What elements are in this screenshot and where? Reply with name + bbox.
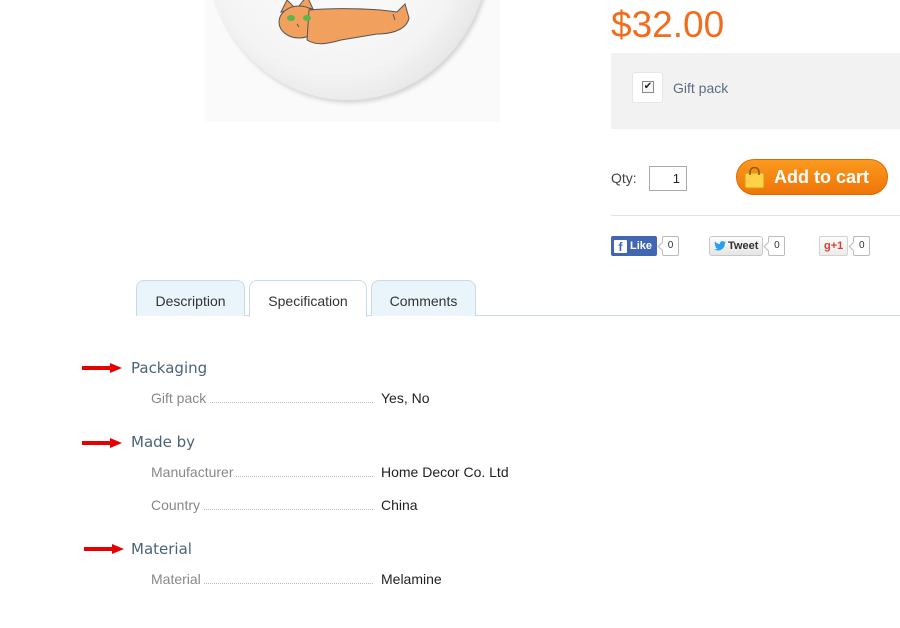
arrow-right-icon [84,544,124,554]
spec-name: Material [151,571,204,587]
arrow-right-icon [82,438,122,448]
facebook-like: f Like 0 [611,236,680,256]
facebook-like-button[interactable]: f Like [611,236,658,256]
product-price: $32.00 [611,4,725,45]
spec-row: Gift pack Yes, No [151,390,531,408]
spec-value: China [381,497,418,513]
twitter-icon [714,241,726,251]
tweet-label: Tweet [728,240,759,252]
tweet-button[interactable]: Tweet [709,236,764,256]
spec-row: Manufacturer Home Decor Co. Ltd [151,464,531,482]
spec-value: Home Decor Co. Ltd [381,464,509,480]
product-options: ✔ Gift pack [611,53,900,129]
arrow-right-icon [82,363,122,373]
divider [611,215,900,216]
add-to-cart-button[interactable]: Add to cart [736,159,888,195]
spec-name: Gift pack [151,390,210,406]
tweet-count: 0 [768,236,786,256]
facebook-icon: f [614,239,627,254]
spec-group-title: Made by [131,433,196,451]
tab-comments[interactable]: Comments [371,280,476,316]
shopping-bag-icon [744,167,765,189]
spec-group-title: Material [131,540,192,558]
spec-row: Material Melamine [151,571,531,589]
gift-pack-checkbox-wrap[interactable]: ✔ [632,72,663,103]
tab-description[interactable]: Description [136,280,245,316]
google-plus: g+1 0 [819,236,871,256]
facebook-like-count: 0 [662,236,680,256]
tab-specification[interactable]: Specification [249,280,367,317]
qty-input[interactable]: 1 [649,166,687,191]
spec-value: Yes, No [381,390,430,406]
spec-row: Country China [151,497,531,515]
product-image[interactable] [205,0,500,122]
google-plus-count: 0 [853,236,871,256]
google-plus-button[interactable]: g+1 [819,236,849,256]
spec-group-title: Packaging [131,359,208,377]
spec-name: Country [151,497,204,513]
twitter-tweet: Tweet 0 [709,236,786,256]
facebook-like-label: Like [630,240,653,252]
spec-value: Melamine [381,571,442,587]
plate-image [207,0,489,100]
gift-pack-checkbox[interactable]: ✔ [642,81,654,93]
spec-name: Manufacturer [151,464,237,480]
qty-label: Qty: [611,170,637,186]
add-to-cart-label: Add to cart [774,167,870,187]
gift-pack-label[interactable]: Gift pack [673,80,728,96]
cat-illustration [278,0,410,45]
